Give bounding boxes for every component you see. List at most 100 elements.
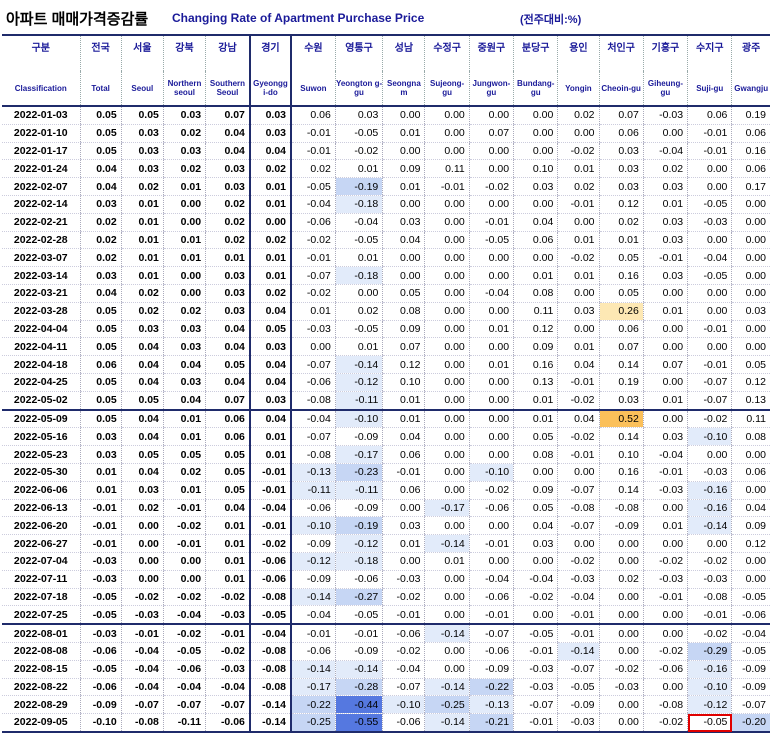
rate-cell: 0.03 [248, 391, 292, 411]
rate-cell: -0.02 [687, 623, 732, 643]
rate-cell: -0.02 [642, 642, 688, 661]
rate-cell: 0.03 [162, 142, 206, 161]
rate-cell: 0.03 [162, 337, 206, 357]
rate-cell: -0.02 [513, 588, 558, 607]
rate-cell: 0.01 [162, 408, 206, 429]
rate-cell: -0.01 [248, 481, 292, 500]
rate-cell: -0.07 [290, 355, 336, 374]
rate-cell: 0.01 [79, 463, 122, 482]
rate-cell: 0.04 [162, 355, 206, 374]
rate-cell: 0.01 [642, 302, 688, 321]
rate-cell: 0.01 [642, 195, 688, 214]
rate-cell: 0.00 [557, 463, 599, 482]
rate-cell: -0.01 [687, 124, 732, 143]
rate-cell: 0.00 [731, 552, 770, 571]
rate-cell: -0.02 [557, 427, 599, 447]
rate-cell: 0.02 [120, 499, 164, 518]
rate-cell: 0.01 [513, 266, 558, 285]
rate-cell: 0.01 [162, 481, 206, 500]
rate-cell: 0.05 [598, 248, 644, 268]
column-header-ko: 전국 [79, 34, 122, 71]
rate-cell: 0.06 [687, 106, 732, 125]
rate-cell: -0.01 [382, 463, 425, 482]
rate-cell: 0.00 [731, 266, 770, 285]
row-date: 2022-02-21 [2, 213, 81, 232]
row-date: 2022-01-24 [2, 159, 81, 179]
table-row: 2022-05-23 0.03 0.05 0.05 0.05 0.01 -0.08 -0.17… [2, 445, 770, 464]
price-change-table: 구분 전국 서울 강북 강남 경기 수원 영통구 성남 수정구 중원구 분당구 용인 처인구 기흥구 수지구 광… [2, 34, 770, 733]
column-header-ko: 강남 [205, 34, 250, 71]
rate-cell: 0.03 [205, 159, 250, 179]
rate-cell: -0.04 [120, 678, 164, 697]
rate-cell: 0.00 [424, 642, 470, 661]
rate-cell: -0.06 [382, 713, 425, 733]
table-row: 2022-03-21 0.04 0.02 0.00 0.03 0.02 -0.02 0.00 0… [2, 284, 770, 303]
row-date: 2022-06-27 [2, 534, 81, 553]
rate-cell: 0.02 [642, 159, 688, 179]
rate-cell: 0.00 [424, 231, 470, 250]
rate-cell: 0.01 [468, 355, 514, 374]
rate-cell: -0.06 [382, 623, 425, 643]
rate-cell: 0.01 [162, 248, 206, 268]
rate-cell: 0.03 [731, 302, 770, 321]
rate-cell: 0.00 [731, 445, 770, 464]
rate-cell: 0.02 [598, 570, 644, 589]
rate-cell: -0.04 [642, 142, 688, 161]
rate-cell: 0.02 [557, 177, 599, 196]
rate-cell: -0.02 [687, 552, 732, 571]
rate-cell: 0.06 [513, 231, 558, 250]
rate-cell: 0.04 [248, 142, 292, 161]
rate-cell: -0.03 [120, 605, 164, 625]
rate-cell: 0.05 [205, 445, 250, 464]
rate-cell: 0.00 [468, 516, 514, 536]
rate-cell: 0.01 [120, 248, 164, 268]
rate-cell: 0.00 [687, 177, 732, 196]
rate-cell: -0.05 [731, 588, 770, 607]
rate-cell: -0.02 [290, 231, 336, 250]
rate-cell: 0.00 [424, 337, 470, 357]
rate-cell: 0.00 [513, 605, 558, 625]
rate-cell: 0.00 [513, 248, 558, 268]
rate-cell: -0.04 [468, 570, 514, 589]
rate-cell: 0.00 [513, 463, 558, 482]
rate-cell: -0.04 [334, 213, 383, 232]
rate-cell: 0.12 [513, 320, 558, 339]
rate-cell: 0.02 [120, 302, 164, 321]
rate-cell: 0.06 [205, 427, 250, 447]
rate-cell: 0.19 [598, 373, 644, 392]
rate-cell: -0.09 [334, 642, 383, 661]
rate-cell: -0.03 [687, 213, 732, 232]
rate-cell: 0.00 [468, 373, 514, 392]
table-row: 2022-01-17 0.05 0.03 0.03 0.04 0.04 -0.01 -0.02… [2, 142, 770, 161]
table-row: 2022-05-30 0.01 0.04 0.02 0.05 -0.01 -0.13 -0.2… [2, 463, 770, 482]
rate-cell: -0.01 [687, 355, 732, 374]
rate-cell: -0.10 [79, 713, 122, 733]
rate-cell: -0.01 [642, 248, 688, 268]
rate-cell: -0.12 [334, 373, 383, 392]
row-date: 2022-08-29 [2, 695, 81, 715]
rate-cell: 0.16 [731, 142, 770, 161]
column-header-en: Bundang-gu [513, 71, 558, 107]
rate-cell: -0.06 [290, 499, 336, 518]
rate-cell: 0.08 [731, 427, 770, 447]
rate-cell: 0.16 [598, 266, 644, 285]
rate-cell: 0.00 [598, 623, 644, 643]
rate-cell: -0.02 [468, 481, 514, 500]
rate-cell: 0.00 [687, 231, 732, 250]
rate-cell: 0.03 [598, 142, 644, 161]
rate-cell: 0.00 [642, 320, 688, 339]
rate-cell: -0.01 [162, 499, 206, 518]
rate-cell: 0.26 [598, 302, 644, 321]
rate-cell: 0.03 [248, 337, 292, 357]
rate-cell: -0.02 [162, 588, 206, 607]
table-row: 2022-02-21 0.02 0.01 0.00 0.02 0.00 -0.06 -0.04… [2, 213, 770, 232]
rate-cell: 0.00 [424, 516, 470, 536]
rate-cell: -0.08 [642, 695, 688, 715]
rate-cell: 0.00 [424, 213, 470, 232]
rate-cell: -0.03 [290, 320, 336, 339]
rate-cell: 0.00 [468, 552, 514, 571]
rate-cell: -0.18 [334, 552, 383, 571]
rate-cell: -0.19 [334, 516, 383, 536]
rate-cell: 0.00 [642, 284, 688, 303]
rate-cell: 0.00 [731, 481, 770, 500]
